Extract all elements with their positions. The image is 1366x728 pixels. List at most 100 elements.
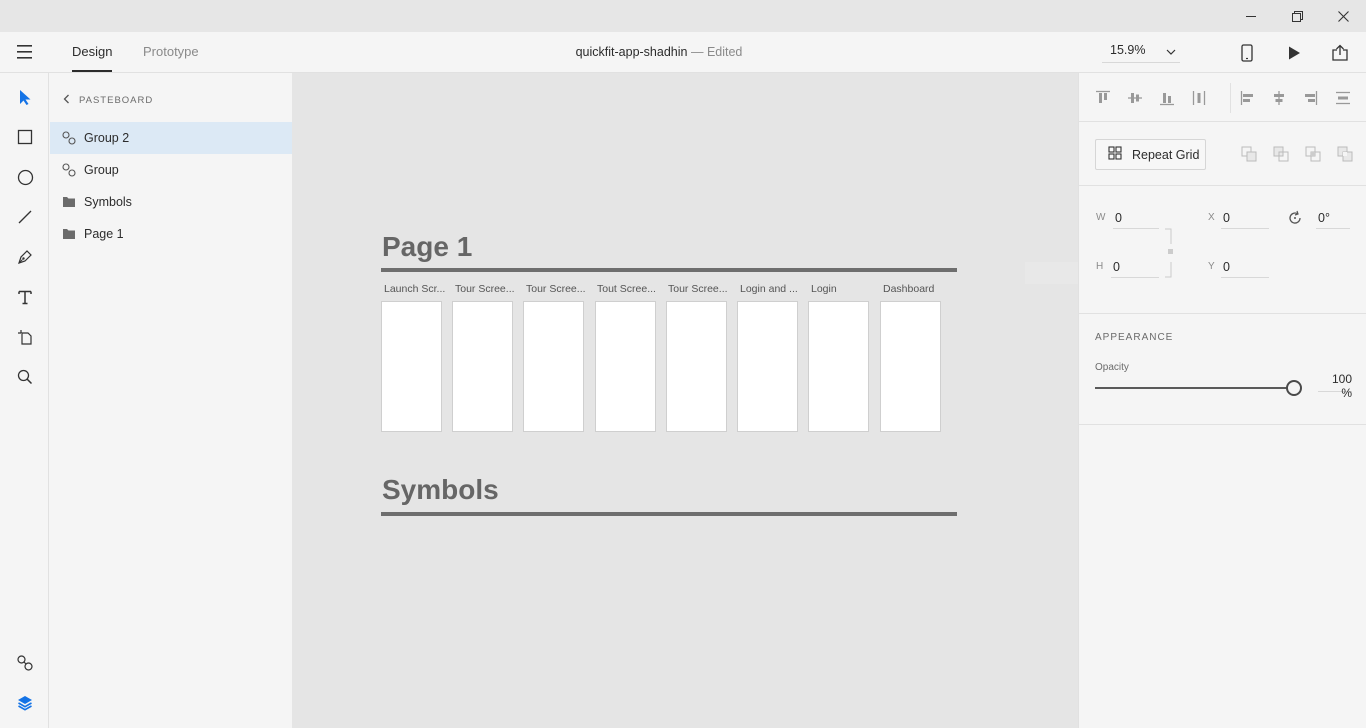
align-left-icon[interactable] [1239,89,1257,107]
tool-rail [0,73,49,728]
artboard[interactable] [666,301,727,432]
rotation-field[interactable]: 0° [1316,207,1350,229]
symbols-title[interactable]: Symbols [382,474,499,506]
text-tool-icon[interactable] [13,285,37,309]
artboard[interactable] [808,301,869,432]
ellipse-tool-icon[interactable] [13,165,37,189]
layer-label: Symbols [84,195,132,209]
document-separator: — [690,45,704,59]
chevron-left-icon [63,94,70,107]
layer-page-1[interactable]: Page 1 [50,218,292,250]
layers-panel: PASTEBOARD Group 2 Group Symbols Page 1 [49,73,292,728]
artboard[interactable] [523,301,584,432]
breadcrumb-label: PASTEBOARD [79,95,154,106]
distribute-horizontal-icon[interactable] [1334,89,1352,107]
opacity-label: Opacity [1095,362,1129,373]
page-title[interactable]: Page 1 [382,231,472,263]
line-tool-icon[interactable] [13,205,37,229]
artboard[interactable] [452,301,513,432]
separator [1079,185,1366,186]
layer-label: Group [84,163,119,177]
breadcrumb[interactable]: PASTEBOARD [63,94,153,107]
separator [1079,424,1366,425]
restore-icon[interactable] [1274,0,1320,32]
play-icon[interactable] [1283,42,1305,64]
group-icon [62,131,76,145]
folder-icon [62,195,76,209]
artboard[interactable] [381,301,442,432]
x-label: X [1208,212,1215,223]
properties-panel: Repeat Grid W 0 H 0 X 0 Y 0 0° APPEARANC… [1078,73,1366,728]
page-title-rule [381,268,957,272]
y-label: Y [1208,261,1215,272]
zoom-tool-icon[interactable] [13,365,37,389]
artboard-tool-icon[interactable] [13,325,37,349]
document-status: Edited [706,45,743,59]
window-title-bar [0,0,1366,32]
align-top-icon[interactable] [1094,89,1112,107]
design-canvas[interactable]: Page 1 Launch Scr... Tour Scree... Tour … [292,73,1197,728]
align-divider [1230,83,1231,113]
group-icon [62,163,76,177]
layer-group[interactable]: Group [50,154,292,186]
opacity-field[interactable]: 100 % [1318,370,1352,400]
artboard-label[interactable]: Tour Scree... [668,283,730,295]
symbols-title-rule [381,512,957,516]
width-field[interactable]: 0 [1113,207,1159,229]
folder-icon [62,227,76,241]
lock-aspect-icon[interactable] [1165,228,1173,278]
artboard-label[interactable]: Login and ... [740,283,802,295]
select-tool-icon[interactable] [13,85,37,109]
layer-group-2[interactable]: Group 2 [50,122,292,154]
artboard[interactable] [595,301,656,432]
artboard-label[interactable]: Tour Scree... [526,283,588,295]
distribute-vertical-icon[interactable] [1190,89,1208,107]
opacity-slider-track[interactable] [1095,387,1287,389]
y-field[interactable]: 0 [1221,256,1269,278]
boolean-add-icon[interactable] [1241,146,1257,162]
repeat-grid-label: Repeat Grid [1132,147,1200,162]
rotate-icon [1287,210,1303,231]
zoom-dropdown[interactable]: 15.9% [1102,41,1180,63]
separator [1079,121,1366,122]
x-field[interactable]: 0 [1221,207,1269,229]
align-bottom-icon[interactable] [1158,89,1176,107]
layer-label: Group 2 [84,131,130,145]
pen-tool-icon[interactable] [13,245,37,269]
height-label: H [1096,261,1104,272]
align-center-icon[interactable] [1270,89,1288,107]
boolean-subtract-icon[interactable] [1273,146,1289,162]
boolean-exclude-icon[interactable] [1337,146,1353,162]
separator [1079,313,1366,314]
document-name: quickfit-app-shadhin [575,45,688,59]
layer-label: Page 1 [84,227,124,241]
close-icon[interactable] [1320,0,1366,32]
active-tab-indicator [72,70,112,72]
artboard-label[interactable]: Tout Scree... [597,283,659,295]
app-header: Design Prototype quickfit-app-shadhin — … [0,32,1366,73]
align-right-icon[interactable] [1301,89,1319,107]
height-field[interactable]: 0 [1111,256,1159,278]
artboard-label[interactable]: Launch Scr... [384,283,446,295]
artboard-label[interactable]: Login [811,283,873,295]
artboard[interactable] [737,301,798,432]
artboard-label[interactable]: Dashboard [883,283,945,295]
artboard[interactable] [880,301,941,432]
artboard-label[interactable]: Tour Scree... [455,283,517,295]
align-middle-icon[interactable] [1126,89,1144,107]
layers-panel-icon[interactable] [13,691,37,715]
width-label: W [1096,212,1106,223]
minimize-icon[interactable] [1228,0,1274,32]
symbols-panel-icon[interactable] [13,651,37,675]
zoom-value: 15.9% [1110,43,1146,57]
device-preview-icon[interactable] [1236,42,1258,64]
opacity-slider-thumb[interactable] [1286,380,1302,396]
layer-symbols[interactable]: Symbols [50,186,292,218]
appearance-heading: APPEARANCE [1095,332,1174,343]
grid-icon [1108,146,1122,163]
chevron-down-icon [1166,46,1176,60]
rectangle-tool-icon[interactable] [13,125,37,149]
boolean-intersect-icon[interactable] [1305,146,1321,162]
repeat-grid-button[interactable]: Repeat Grid [1095,139,1206,170]
share-icon[interactable] [1329,42,1351,64]
